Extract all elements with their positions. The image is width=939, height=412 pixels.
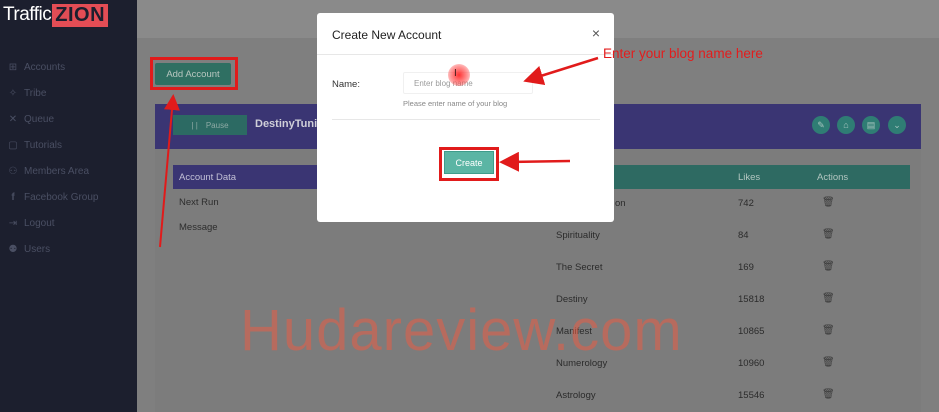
sidebar-item-label: Accounts [24, 61, 66, 73]
create-account-modal: Create New Account × Name: Please enter … [317, 13, 614, 222]
sidebar-item-queue[interactable]: ✕ Queue [0, 108, 137, 130]
trash-icon[interactable]: 🗑 [822, 325, 835, 336]
logo-text-traffic: Traffic [3, 4, 52, 25]
sidebar-item-label: Logout [24, 217, 55, 229]
queue-icon: ✕ [8, 113, 18, 125]
trash-icon[interactable]: 🗑 [822, 261, 835, 272]
sidebar-item-users[interactable]: ⚉ Users [0, 238, 137, 260]
click-indicator [448, 64, 470, 86]
tag-name: Astrology [556, 390, 596, 401]
tag-likes: 10960 [738, 358, 765, 369]
sidebar-item-label: Tribe [24, 87, 47, 99]
table-row: Spirituality 84 🗑 [545, 222, 910, 254]
tag-name: on [615, 198, 626, 209]
pause-label: Pause [205, 120, 229, 130]
text-cursor-icon: I [454, 68, 457, 79]
modal-title: Create New Account [332, 28, 442, 42]
tag-name: Spirituality [556, 230, 600, 241]
column-header-likes: Likes [738, 172, 761, 183]
name-hint: Please enter name of your blog [403, 99, 508, 108]
tag-likes: 15818 [738, 294, 765, 305]
app-logo[interactable]: Traffic ZION [3, 3, 109, 27]
chevron-down-icon[interactable]: ⌄ [888, 116, 906, 134]
pause-icon: | | [191, 120, 198, 130]
trash-icon[interactable]: 🗑 [822, 197, 835, 208]
logout-icon: ⇥ [8, 217, 18, 229]
plus-square-icon: ⊞ [8, 61, 18, 73]
sidebar: Traffic ZION ⊞ Accounts ✧ Tribe ✕ Queue … [0, 0, 137, 412]
tag-icon[interactable]: ⌂ [837, 116, 855, 134]
divider [332, 119, 600, 120]
account-name: DestinyTunin [255, 118, 324, 130]
trash-icon[interactable]: 🗑 [822, 229, 835, 240]
sidebar-item-label: Tutorials [24, 139, 62, 151]
name-label: Name: [332, 79, 360, 90]
users-icon: ⚉ [8, 243, 18, 255]
tag-likes: 10865 [738, 326, 765, 337]
sidebar-item-logout[interactable]: ⇥ Logout [0, 212, 137, 234]
annotation-text: Enter your blog name here [603, 46, 763, 61]
sidebar-item-label: Facebook Group [24, 191, 99, 203]
edit-icon[interactable]: ✎ [812, 116, 830, 134]
column-header-actions: Actions [817, 172, 849, 183]
sidebar-item-label: Members Area [24, 165, 90, 177]
tag-likes: 15546 [738, 390, 765, 401]
account-data-row: Message [179, 222, 218, 233]
table-row: The Secret 169 🗑 [545, 254, 910, 286]
sidebar-item-tribe[interactable]: ✧ Tribe [0, 82, 137, 104]
sidebar-item-facebook-group[interactable]: f Facebook Group [0, 186, 137, 208]
trash-icon[interactable]: 🗑 [822, 357, 835, 368]
divider [317, 54, 614, 55]
trash-icon[interactable]: 🗑 [822, 389, 835, 400]
tutorials-icon: ▢ [8, 139, 18, 151]
highlight-box-add-account [150, 57, 238, 90]
sidebar-item-accounts[interactable]: ⊞ Accounts [0, 56, 137, 78]
highlight-box-create [439, 147, 499, 181]
logo-text-zion: ZION [52, 3, 109, 27]
sidebar-item-label: Queue [24, 113, 55, 125]
close-icon[interactable]: × [592, 25, 600, 41]
sidebar-item-members-area[interactable]: ⚇ Members Area [0, 160, 137, 182]
tribe-icon: ✧ [8, 87, 18, 99]
tag-name: The Secret [556, 262, 603, 273]
delete-icon[interactable]: ▤ [862, 116, 880, 134]
tag-likes: 742 [738, 198, 754, 209]
tag-likes: 84 [738, 230, 749, 241]
members-icon: ⚇ [8, 165, 18, 177]
account-data-row: Next Run [179, 197, 219, 208]
watermark: Hudareview.com [240, 298, 683, 363]
facebook-icon: f [11, 191, 15, 203]
tag-likes: 169 [738, 262, 754, 273]
trash-icon[interactable]: 🗑 [822, 293, 835, 304]
pause-button[interactable]: | | Pause [173, 115, 247, 135]
table-row: Astrology 15546 🗑 [545, 382, 910, 412]
sidebar-item-tutorials[interactable]: ▢ Tutorials [0, 134, 137, 156]
sidebar-item-label: Users [24, 243, 51, 255]
